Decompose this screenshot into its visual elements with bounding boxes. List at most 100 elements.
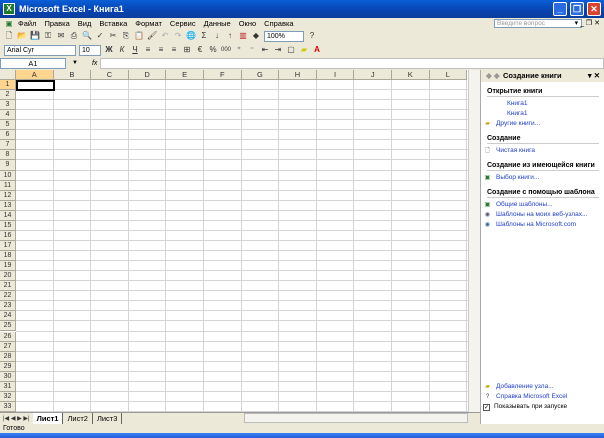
underline-button[interactable]: Ч bbox=[130, 45, 140, 55]
general-templates-link[interactable]: ▣ Общие шаблоны... bbox=[481, 200, 604, 210]
blank-workbook-link[interactable]: 🗋 Чистая книга bbox=[481, 146, 604, 156]
row-header[interactable]: 18 bbox=[0, 251, 16, 262]
hyperlink-icon[interactable]: 🌐 bbox=[186, 31, 196, 41]
select-all-corner[interactable] bbox=[0, 70, 16, 80]
drawing-icon[interactable]: ◆ bbox=[251, 31, 261, 41]
menu-window[interactable]: Окно bbox=[239, 19, 256, 28]
tab-sheet1[interactable]: Лист1 bbox=[32, 413, 64, 424]
row-header[interactable]: 4 bbox=[0, 110, 16, 121]
name-box[interactable]: A1 bbox=[0, 57, 66, 69]
menu-view[interactable]: Вид bbox=[78, 19, 92, 28]
bold-button[interactable]: Ж bbox=[104, 45, 114, 55]
sort-asc-icon[interactable]: ↓ bbox=[212, 31, 222, 41]
doc-window-controls[interactable]: ▾ _ ❐ ✕ bbox=[575, 19, 600, 27]
new-icon[interactable]: 🗋 bbox=[4, 31, 14, 41]
autosum-icon[interactable]: Σ bbox=[199, 31, 209, 41]
row-header[interactable]: 15 bbox=[0, 220, 16, 231]
row-header[interactable]: 30 bbox=[0, 371, 16, 382]
column-header[interactable]: E bbox=[166, 70, 204, 80]
row-header[interactable]: 23 bbox=[0, 301, 16, 312]
ask-question-input[interactable]: Введите вопрос bbox=[494, 19, 582, 28]
font-color-icon[interactable]: A bbox=[312, 45, 322, 55]
minimize-button[interactable]: _ bbox=[553, 2, 567, 16]
row-header[interactable]: 3 bbox=[0, 100, 16, 111]
column-header[interactable]: F bbox=[204, 70, 242, 80]
sort-desc-icon[interactable]: ↑ bbox=[225, 31, 235, 41]
row-header[interactable]: 31 bbox=[0, 381, 16, 392]
recent-workbook[interactable]: Книга1 bbox=[481, 109, 604, 119]
font-select[interactable]: Arial Cyr bbox=[4, 44, 76, 56]
row-header[interactable]: 1 bbox=[0, 80, 16, 91]
namebox-dropdown-icon[interactable]: ▼ bbox=[72, 60, 78, 66]
increase-indent-icon[interactable]: ⇥ bbox=[273, 45, 283, 55]
save-icon[interactable]: 💾 bbox=[30, 31, 40, 41]
zoom-select[interactable]: 100% bbox=[264, 30, 304, 42]
row-header[interactable]: 10 bbox=[0, 170, 16, 181]
tab-sheet3[interactable]: Лист3 bbox=[93, 413, 123, 424]
tab-nav-icons[interactable]: |◀ ◀ ▶ ▶| bbox=[3, 415, 30, 422]
back-forward-icons[interactable]: ◆ ◆ bbox=[486, 70, 500, 82]
chart-icon[interactable]: ▥ bbox=[238, 31, 248, 41]
close-button[interactable]: ✕ bbox=[587, 2, 601, 16]
thousands-button[interactable]: 000 bbox=[221, 45, 231, 55]
menu-edit[interactable]: Правка bbox=[44, 19, 69, 28]
borders-icon[interactable]: ▢ bbox=[286, 45, 296, 55]
format-painter-icon[interactable]: 🖌 bbox=[147, 31, 157, 41]
decrease-indent-icon[interactable]: ⇤ bbox=[260, 45, 270, 55]
align-right-icon[interactable]: ≡ bbox=[169, 45, 179, 55]
help-icon[interactable]: ? bbox=[307, 31, 317, 41]
row-header[interactable]: 21 bbox=[0, 281, 16, 292]
menu-file[interactable]: Файл bbox=[18, 19, 36, 28]
menu-help[interactable]: Справка bbox=[264, 19, 293, 28]
column-header[interactable]: C bbox=[91, 70, 129, 80]
increase-decimal-icon[interactable]: ⁺ bbox=[234, 45, 244, 55]
more-workbooks-link[interactable]: ▰ Другие книги... bbox=[481, 119, 604, 129]
column-header[interactable]: K bbox=[392, 70, 430, 80]
menu-format[interactable]: Формат bbox=[135, 19, 162, 28]
menu-insert[interactable]: Вставка bbox=[99, 19, 127, 28]
align-left-icon[interactable]: ≡ bbox=[143, 45, 153, 55]
column-header[interactable]: G bbox=[241, 70, 280, 80]
row-header[interactable]: 13 bbox=[0, 200, 16, 211]
preview-icon[interactable]: 🔍 bbox=[82, 31, 92, 41]
excel-help-link[interactable]: ? Справка Microsoft Excel bbox=[481, 392, 604, 402]
spelling-icon[interactable]: ✓ bbox=[95, 31, 105, 41]
fill-color-icon[interactable]: ▰ bbox=[299, 45, 309, 55]
print-icon[interactable]: ⎙ bbox=[69, 31, 79, 41]
cut-icon[interactable]: ✂ bbox=[108, 31, 118, 41]
percent-button[interactable]: % bbox=[208, 45, 218, 55]
open-icon[interactable]: 📂 bbox=[17, 31, 27, 41]
column-header[interactable]: H bbox=[279, 70, 317, 80]
formula-input[interactable] bbox=[100, 58, 604, 69]
currency-icon[interactable]: € bbox=[195, 45, 205, 55]
italic-button[interactable]: К bbox=[117, 45, 127, 55]
decrease-decimal-icon[interactable]: ⁻ bbox=[247, 45, 257, 55]
row-header[interactable]: 32 bbox=[0, 391, 16, 402]
insert-function-icon[interactable]: fx bbox=[92, 60, 97, 67]
row-header[interactable]: 11 bbox=[0, 180, 16, 191]
menu-data[interactable]: Данные bbox=[204, 19, 231, 28]
merge-center-icon[interactable]: ⊞ bbox=[182, 45, 192, 55]
column-header[interactable]: I bbox=[316, 70, 355, 80]
microsoft-templates-link[interactable]: ◉ Шаблоны на Microsoft.com bbox=[481, 220, 604, 230]
row-header[interactable]: 5 bbox=[0, 120, 16, 131]
column-header[interactable]: B bbox=[53, 70, 92, 80]
align-center-icon[interactable]: ≡ bbox=[156, 45, 166, 55]
active-cell-a1[interactable] bbox=[16, 80, 55, 91]
web-templates-link[interactable]: ◉ Шаблоны на моих веб-узлах... bbox=[481, 210, 604, 220]
row-header[interactable]: 24 bbox=[0, 311, 16, 322]
row-header[interactable]: 27 bbox=[0, 341, 16, 352]
horizontal-scrollbar[interactable] bbox=[244, 413, 468, 423]
row-header[interactable]: 33 bbox=[0, 401, 16, 412]
row-header[interactable]: 2 bbox=[0, 90, 16, 101]
menu-tools[interactable]: Сервис bbox=[170, 19, 196, 28]
vertical-scrollbar[interactable] bbox=[468, 70, 480, 412]
row-header[interactable]: 17 bbox=[0, 240, 16, 251]
redo-icon[interactable]: ↷ bbox=[173, 31, 183, 41]
row-header[interactable]: 19 bbox=[0, 261, 16, 272]
row-header[interactable]: 9 bbox=[0, 160, 16, 171]
row-header[interactable]: 14 bbox=[0, 210, 16, 221]
undo-icon[interactable]: ↶ bbox=[160, 31, 170, 41]
row-header[interactable]: 25 bbox=[0, 321, 16, 332]
row-header[interactable]: 28 bbox=[0, 351, 16, 362]
